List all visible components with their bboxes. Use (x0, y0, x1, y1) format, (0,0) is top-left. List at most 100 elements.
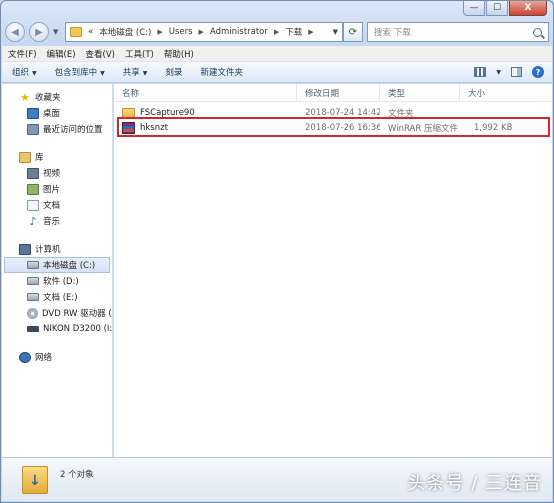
minimize-button[interactable]: — (463, 1, 485, 16)
breadcrumb-users[interactable]: Users (169, 27, 193, 37)
address-row: ◀ ▶ ▼ « 本地磁盘 (C:) ▶ Users ▶ Administrato… (5, 21, 549, 43)
address-dropdown-icon[interactable]: ▼ (333, 28, 338, 36)
hard-drive-icon (27, 261, 39, 269)
nav-nikon-i[interactable]: NIKON D3200 (I:) (2, 321, 112, 337)
breadcrumb-administrator[interactable]: Administrator (210, 27, 268, 37)
help-icon[interactable]: ? (532, 66, 544, 78)
nav-local-disk-c[interactable]: 本地磁盘 (C:) (4, 257, 110, 273)
back-button[interactable]: ◀ (5, 22, 25, 42)
video-icon (27, 167, 39, 179)
nav-label: 计算机 (35, 245, 61, 255)
nav-label: 软件 (D:) (43, 277, 79, 287)
nav-recent-places[interactable]: 最近访问的位置 (2, 121, 112, 137)
menu-view[interactable]: 查看(V) (86, 48, 115, 60)
chevron-right-icon[interactable]: ▶ (308, 28, 313, 36)
details-pane: 2 个对象 头条号 / 三连音 (2, 457, 552, 501)
menu-edit[interactable]: 编辑(E) (47, 48, 76, 60)
nav-drive-d[interactable]: 软件 (D:) (2, 273, 112, 289)
music-icon: ♪ (29, 214, 37, 228)
file-type: WinRAR 压缩文件 (388, 123, 458, 134)
column-header: 名称 修改日期 类型 大小 (114, 84, 552, 102)
network-icon (19, 351, 31, 363)
library-icon (19, 151, 31, 163)
view-dropdown-icon[interactable]: ▼ (496, 69, 501, 76)
include-in-library-button[interactable]: 包含到库中 ▼ (55, 66, 105, 78)
preview-pane-icon[interactable] (511, 67, 522, 77)
column-size[interactable]: 大小 (460, 84, 552, 101)
refresh-icon: ⟳ (348, 26, 358, 38)
nav-desktop[interactable]: 桌面 (2, 105, 112, 121)
recent-places-icon (27, 123, 39, 135)
breadcrumb-downloads[interactable]: 下载 (285, 26, 302, 38)
chevron-right-icon[interactable]: ▶ (274, 28, 279, 36)
nav-label: 库 (35, 153, 44, 163)
nav-music[interactable]: ♪ 音乐 (2, 213, 112, 229)
hard-drive-icon (27, 277, 39, 285)
organize-label: 组织 (12, 68, 30, 78)
chevron-down-icon: ▼ (32, 70, 37, 77)
breadcrumb-c-drive[interactable]: 本地磁盘 (C:) (99, 26, 151, 38)
watermark: 头条号 / 三连音 (407, 473, 542, 494)
address-chevrons[interactable]: « (88, 27, 93, 37)
toolbar-right: ▼ ? (474, 66, 552, 78)
share-label: 共享 (122, 68, 140, 78)
nav-label: DVD RW 驱动器 (F: (42, 309, 113, 319)
back-arrow-icon: ◀ (11, 26, 19, 38)
nav-documents[interactable]: 文档 (2, 197, 112, 213)
file-row-hksnzt[interactable]: hksnzt 2018-07-26 16:36 WinRAR 压缩文件 1,99… (114, 117, 552, 137)
history-dropdown-icon[interactable]: ▼ (53, 28, 61, 36)
share-button[interactable]: 共享 ▼ (123, 66, 148, 78)
chevron-right-icon[interactable]: ▶ (199, 28, 204, 36)
nav-computer[interactable]: 计算机 (2, 241, 112, 257)
include-in-library-label: 包含到库中 (54, 68, 98, 78)
file-row-fscapture90[interactable]: FSCapture90 2018-07-24 14:42 文件夹 (114, 105, 552, 120)
file-list: 名称 修改日期 类型 大小 FSCapture90 2018-07-24 14:… (114, 84, 552, 457)
search-input[interactable]: 搜索 下载 (367, 22, 549, 42)
menu-tools[interactable]: 工具(T) (125, 48, 154, 60)
column-type[interactable]: 类型 (380, 84, 460, 101)
picture-icon (27, 183, 39, 195)
desktop-icon (27, 107, 39, 119)
nav-favorites[interactable]: ★ 收藏夹 (2, 89, 112, 105)
folder-icon (122, 107, 135, 118)
menu-bar: 文件(F) 编辑(E) 查看(V) 工具(T) 帮助(H) (2, 46, 552, 62)
caption-buttons: — ☐ X (463, 1, 547, 16)
nav-label: 视频 (43, 169, 61, 179)
file-type: 文件夹 (388, 108, 414, 119)
document-icon (27, 199, 39, 211)
refresh-button[interactable]: ⟳ (343, 22, 363, 42)
nav-videos[interactable]: 视频 (2, 165, 112, 181)
menu-help[interactable]: 帮助(H) (164, 48, 194, 60)
nav-label: 图片 (43, 185, 61, 195)
dvd-drive-icon (27, 307, 38, 319)
file-name: FSCapture90 (140, 107, 195, 118)
column-name[interactable]: 名称 (114, 84, 297, 101)
nav-label: 最近访问的位置 (43, 125, 103, 135)
menu-file[interactable]: 文件(F) (8, 48, 37, 60)
close-button[interactable]: X (509, 1, 547, 16)
column-date-modified[interactable]: 修改日期 (297, 84, 380, 101)
chevron-right-icon[interactable]: ▶ (157, 28, 162, 36)
view-options-icon[interactable] (474, 67, 487, 77)
organize-button[interactable]: 组织 ▼ (12, 66, 37, 78)
file-date: 2018-07-26 16:36 (305, 122, 380, 133)
address-bar[interactable]: « 本地磁盘 (C:) ▶ Users ▶ Administrator ▶ 下载… (65, 22, 343, 42)
downloads-folder-icon (22, 465, 48, 494)
chevron-down-icon: ▼ (142, 70, 148, 77)
item-count: 2 个对象 (60, 470, 94, 480)
nav-label: 本地磁盘 (C:) (43, 261, 96, 271)
maximize-button[interactable]: ☐ (486, 1, 508, 16)
nav-label: 文档 (43, 201, 61, 211)
explorer-window: — ☐ X ◀ ▶ ▼ « 本地磁盘 (C:) ▶ Users ▶ Admini… (0, 0, 554, 503)
nav-pictures[interactable]: 图片 (2, 181, 112, 197)
hard-drive-icon (27, 293, 39, 301)
nav-drive-e[interactable]: 文档 (E:) (2, 289, 112, 305)
nav-dvd-drive-f[interactable]: DVD RW 驱动器 (F: (2, 305, 112, 321)
forward-button[interactable]: ▶ (29, 22, 49, 42)
search-icon (533, 27, 542, 37)
nav-libraries[interactable]: 库 (2, 149, 112, 165)
nav-network[interactable]: 网络 (2, 349, 112, 365)
new-folder-button[interactable]: 新建文件夹 (200, 66, 243, 78)
winrar-archive-icon (122, 121, 135, 134)
burn-button[interactable]: 刻录 (165, 66, 182, 78)
